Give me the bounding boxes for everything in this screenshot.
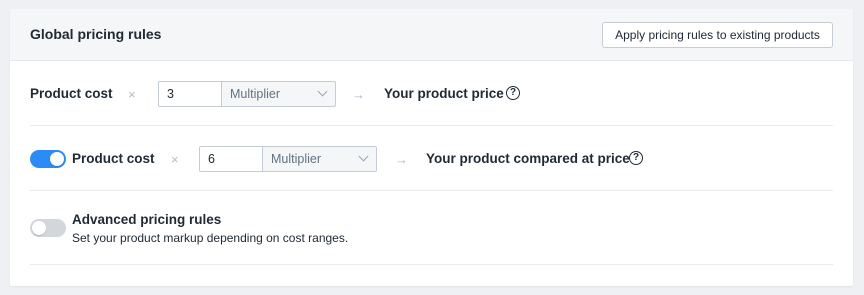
toggle-knob (50, 152, 64, 166)
help-icon[interactable]: ? (629, 151, 643, 165)
advanced-pricing-title: Advanced pricing rules (72, 212, 222, 227)
arrow-right-icon: → (352, 87, 365, 102)
compared-at-price-label: Your product compared at price (426, 151, 630, 166)
price-mode-select[interactable]: Multiplier (221, 81, 336, 107)
price-multiplier-input[interactable] (158, 81, 222, 107)
product-price-label: Your product price (384, 86, 504, 101)
help-icon[interactable]: ? (506, 86, 520, 100)
arrow-right-icon: → (395, 152, 408, 167)
product-cost-label: Product cost (72, 151, 155, 166)
card-title: Global pricing rules (30, 26, 162, 42)
price-mode-value: Multiplier (230, 87, 281, 101)
row-divider (30, 190, 833, 191)
compare-mode-select[interactable]: Multiplier (262, 146, 377, 172)
chevron-down-icon (317, 86, 328, 97)
row-divider (30, 125, 833, 126)
product-cost-label: Product cost (30, 86, 113, 101)
apply-pricing-rules-button[interactable]: Apply pricing rules to existing products (602, 22, 833, 48)
compare-multiplier-input[interactable] (199, 146, 263, 172)
card-header: Global pricing rules Apply pricing rules… (10, 9, 853, 61)
row-divider (30, 264, 833, 265)
compare-price-toggle[interactable] (30, 150, 66, 168)
compare-mode-value: Multiplier (271, 152, 322, 166)
chevron-down-icon (358, 151, 369, 162)
pricing-rules-card: Global pricing rules Apply pricing rules… (10, 9, 853, 286)
advanced-pricing-toggle[interactable] (30, 219, 66, 237)
advanced-pricing-description: Set your product markup depending on cos… (72, 231, 349, 245)
multiply-icon: × (128, 87, 136, 102)
toggle-knob (32, 221, 46, 235)
multiply-icon: × (171, 152, 179, 167)
